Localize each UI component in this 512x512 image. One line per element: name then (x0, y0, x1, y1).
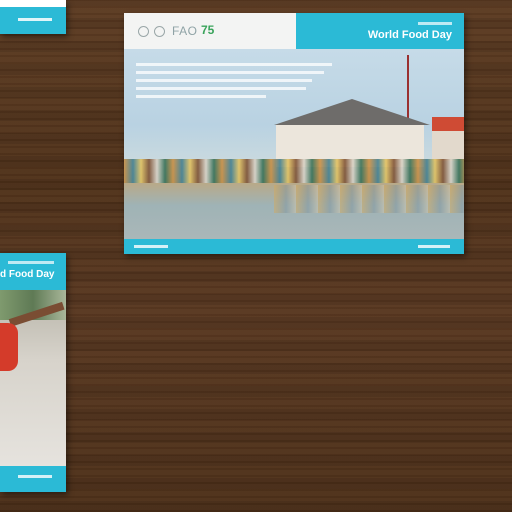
poster-left-footer-blur (18, 475, 52, 478)
un-emblem-icon (138, 26, 149, 37)
poster-top-left-footer-band (0, 7, 66, 34)
poster-main-body-text-blur (136, 79, 312, 82)
poster-left-title-band: d Food Day (0, 253, 66, 290)
harbor-photo (124, 49, 464, 239)
poster-left-footer-band (0, 466, 66, 492)
poster-main-footer-band (124, 239, 464, 254)
poster-main-title: World Food Day (367, 29, 452, 41)
fao-emblem-icon (154, 26, 165, 37)
water-reflection (274, 185, 464, 213)
poster-main-body-text-blur (136, 71, 324, 74)
poster-main-footer-left-blur (134, 245, 168, 248)
poster-main-logo-strip: FAO 75 (124, 13, 296, 49)
poster-top-left-partial (0, 0, 66, 34)
fao-75-logo-text: 75 (201, 23, 215, 37)
moored-boats (124, 159, 464, 183)
red-roof-building-wall (432, 131, 464, 161)
poster-main-date-blur (418, 22, 452, 25)
poster-left-date-blur (8, 261, 54, 264)
poster-left-person (0, 323, 18, 371)
warehouse-roof (274, 99, 430, 125)
poster-main: FAO 75 World Food Day (124, 13, 464, 254)
poster-main-title-band: World Food Day (296, 13, 464, 49)
poster-top-left-white-strip (0, 0, 66, 7)
red-roof-building (432, 117, 464, 131)
poster-main-body-text-blur (136, 63, 332, 66)
poster-main-footer-right-blur (418, 245, 450, 248)
fao-logo-text: FAO (172, 24, 198, 38)
poster-main-body-text-blur (136, 87, 306, 90)
poster-left-title: d Food Day (0, 269, 55, 280)
poster-top-left-footer-text-blur (18, 18, 52, 21)
poster-main-body-text-blur (136, 95, 266, 98)
poster-left-partial: d Food Day (0, 253, 66, 492)
